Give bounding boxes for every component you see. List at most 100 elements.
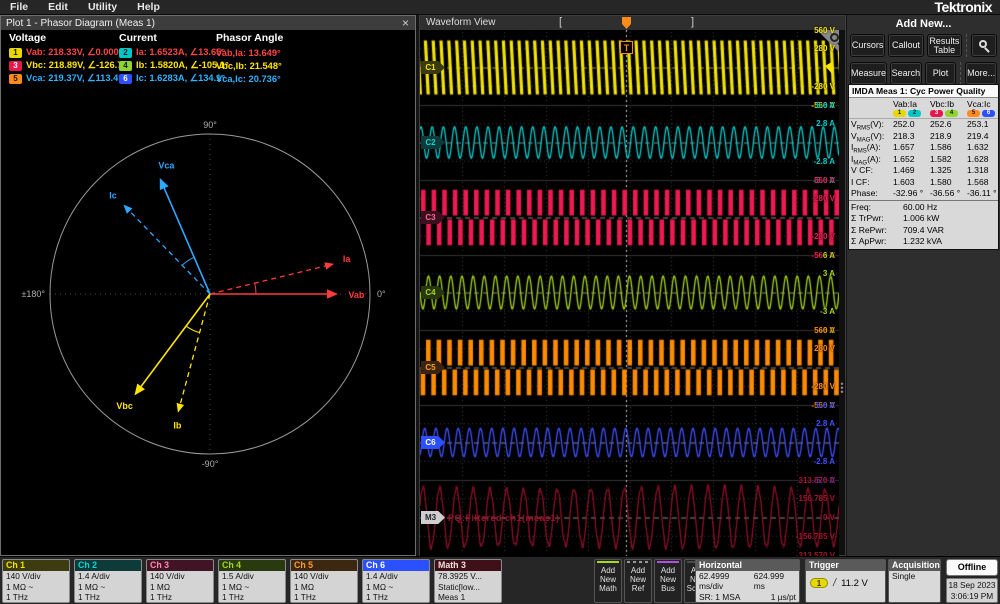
- results-table[interactable]: IMDA Meas 1: Cyc Power Quality Vab:Ia12V…: [848, 84, 999, 250]
- menu-item-file[interactable]: File: [0, 0, 38, 15]
- summary-value: 1.006 kW: [903, 213, 996, 225]
- scale-label-c5: 280 V: [814, 344, 835, 353]
- channel-number-badge: 4: [945, 110, 958, 117]
- results-value: 1.469: [893, 165, 930, 177]
- add-new-search-button[interactable]: Search: [890, 62, 922, 85]
- time-label: 3:06:19 PM: [947, 591, 997, 602]
- menu-item-utility[interactable]: Utility: [78, 0, 127, 15]
- plot-window-titlebar[interactable]: Plot 1 - Phasor Diagram (Meas 1) ×: [1, 16, 415, 30]
- zoom-overlay-button[interactable]: [971, 34, 997, 57]
- channel-setting: 1 MΩ: [147, 582, 213, 593]
- meas-row: 6Ic: 1.6283A, ∠134.1°: [119, 72, 229, 85]
- axis-label: -90°: [202, 459, 219, 469]
- channel-number-badge: 6: [982, 110, 995, 117]
- right-sidebar: Add New... CursorsCalloutResults Table M…: [847, 15, 1000, 556]
- channel-badge-ch-5[interactable]: Ch 5140 V/div1 MΩ1 THz: [290, 559, 358, 603]
- add-new-math-button[interactable]: Add New Math: [594, 559, 622, 603]
- scale-label-c6: 5.6 A: [816, 401, 835, 410]
- phase-angle-arc: [255, 283, 256, 294]
- scale-label-c2: 5.6 A: [816, 101, 835, 110]
- meas-column-header: Voltage: [9, 32, 126, 46]
- position-marker-icon: [760, 602, 767, 603]
- horizontal-panel[interactable]: Horizontal 62.4999 ms/div 624.999 ms SR:…: [695, 559, 800, 603]
- channel-setting: 140 V/div: [147, 571, 213, 582]
- scale-label-c4: -3 A: [820, 307, 835, 316]
- add-new-row-2: MeasureSearchPlot More...: [850, 62, 997, 85]
- channel-setting: 1 THz: [363, 592, 429, 603]
- menu-item-help[interactable]: Help: [127, 0, 170, 15]
- acquisition-mode: Single: [889, 571, 940, 581]
- add-new-plot-button[interactable]: Plot: [925, 62, 957, 85]
- waveform-canvas[interactable]: [420, 30, 839, 557]
- channel-badge-ch-1[interactable]: Ch 1140 V/div1 MΩ ~1 THz: [2, 559, 70, 603]
- offline-button[interactable]: Offline: [946, 559, 998, 576]
- add-new-ref-button[interactable]: Add New Ref: [624, 559, 652, 603]
- channel-badge-ch-3[interactable]: Ch 3140 V/div1 MΩ1 THz: [146, 559, 214, 603]
- add-new-results-table-button[interactable]: Results Table: [927, 34, 962, 57]
- results-value: 1.580: [930, 177, 967, 189]
- results-table-body: VRMS(V):252.0252.6253.1VMAG(V):218.3218.…: [849, 119, 998, 200]
- acquisition-panel[interactable]: Acquisition Single: [888, 559, 941, 603]
- channel-badge-math-3[interactable]: Math 378.3925 V...Static[low...Meas 1: [434, 559, 502, 603]
- channel-badge-ch-2[interactable]: Ch 21.4 A/div1 MΩ ~1 THz: [74, 559, 142, 603]
- waveform-view-header[interactable]: Waveform View [ ]: [420, 16, 845, 30]
- datetime-display: 18 Sep 2023 3:06:19 PM: [946, 578, 998, 603]
- expansion-point-icon[interactable]: [622, 17, 631, 29]
- scale-label-c5: -280 V: [811, 382, 835, 391]
- channel-setting: 140 V/div: [291, 571, 357, 582]
- channel-setting: 1 THz: [219, 592, 285, 603]
- scale-label-m3: 156.785 V: [799, 494, 835, 503]
- more-button[interactable]: More...: [965, 62, 997, 85]
- channel-name: Ch 3: [147, 560, 213, 571]
- menu-item-edit[interactable]: Edit: [38, 0, 78, 15]
- channel-number-badge: 1: [9, 48, 22, 58]
- channel-badge-ch-4[interactable]: Ch 41.5 A/div1 MΩ ~1 THz: [218, 559, 286, 603]
- summary-row: Σ RePwr:709.4 VAR: [849, 225, 998, 237]
- channel-number-badge: 6: [119, 74, 132, 84]
- acquisition-panel-title: Acquisition: [889, 560, 940, 571]
- phasor-vector-ia: [210, 264, 333, 294]
- results-row-label: I CF:: [851, 177, 893, 189]
- results-col-header-vbc-ib: Vbc:Ib34: [930, 99, 967, 117]
- axis-label: ±180°: [21, 289, 45, 299]
- menu-items: FileEditUtilityHelp: [0, 0, 170, 15]
- results-value: -36.56 °: [930, 188, 967, 200]
- scale-label-c3: 280 V: [814, 194, 835, 203]
- splitter-grip-icon[interactable]: •••: [839, 382, 845, 394]
- horizontal-scale: 62.4999 ms/div: [699, 571, 754, 592]
- channel-number-badge: 2: [119, 48, 132, 58]
- results-col-header-vca-ic: Vca:Ic56: [967, 99, 1000, 117]
- add-new-label: Add New Bus: [655, 563, 681, 593]
- add-new-bus-button[interactable]: Add New Bus: [654, 559, 682, 603]
- meas-row: 1 Vab: 218.33V, ∠0.000°: [9, 46, 126, 59]
- phasor-vector-ib: [178, 294, 210, 411]
- results-row: Phase:-32.96 °-36.56 °-36.11 °: [849, 188, 998, 200]
- meas-row: 3Vbc: 218.89V, ∠-126.7°: [9, 59, 126, 72]
- channel-setting: 1 THz: [3, 592, 69, 603]
- axis-label: 0°: [377, 289, 386, 299]
- meas-value: Vca,Ic: 20.736°: [216, 74, 281, 84]
- trigger-panel[interactable]: Trigger 1 / 11.2 V: [805, 559, 886, 603]
- meas-column-header: Phasor Angle: [216, 32, 283, 46]
- resolution: 1 µs/pt: [771, 592, 796, 602]
- rising-edge-icon: /: [832, 577, 837, 589]
- panel-splitter[interactable]: •••: [839, 30, 845, 555]
- meas-value: Vab: 218.33V, ∠0.000°: [26, 47, 122, 58]
- close-icon[interactable]: ×: [396, 17, 415, 29]
- add-new-callout-button[interactable]: Callout: [888, 34, 923, 57]
- sample-rate: SR: 1 MSA: [699, 592, 740, 602]
- phase-angle-arc: [186, 326, 199, 333]
- meas-value: Vab,Ia: 13.649°: [216, 48, 281, 58]
- phasor-measurement-table: Voltage 1 Vab: 218.33V, ∠0.000°3Vbc: 218.8…: [1, 30, 415, 87]
- trigger-position-flag[interactable]: T: [620, 41, 633, 54]
- results-value: -32.96 °: [893, 188, 930, 200]
- bottom-bar: Ch 1140 V/div1 MΩ ~1 THzCh 21.4 A/div1 M…: [0, 556, 1000, 604]
- add-new-cursors-button[interactable]: Cursors: [850, 34, 885, 57]
- summary-label: Σ ApPwr:: [851, 236, 903, 248]
- axis-label: 90°: [203, 120, 217, 130]
- add-new-label: Add New Ref: [625, 563, 651, 593]
- menu-bar: FileEditUtilityHelp Tektronix: [0, 0, 1000, 15]
- channel-badge-ch-6[interactable]: Ch 61.4 A/div1 MΩ ~1 THz: [362, 559, 430, 603]
- results-value: 1.325: [930, 165, 967, 177]
- add-new-measure-button[interactable]: Measure: [850, 62, 887, 85]
